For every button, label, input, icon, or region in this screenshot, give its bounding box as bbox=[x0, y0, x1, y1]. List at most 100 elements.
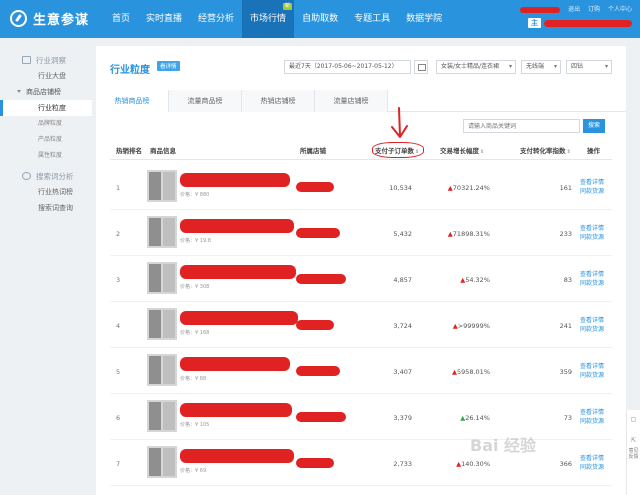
sidebar-item-search-query[interactable]: 搜索词查询 bbox=[0, 200, 92, 216]
view-detail-link[interactable]: 查看详情 bbox=[580, 178, 604, 187]
row-orders: 3,724 bbox=[393, 322, 412, 330]
terminal-select[interactable]: 无线端 bbox=[521, 60, 561, 74]
sidebar-item-brand[interactable]: 品牌粒度 bbox=[0, 116, 92, 132]
row-rank: 1 bbox=[116, 184, 121, 192]
search-button[interactable]: 搜索 bbox=[583, 119, 605, 133]
same-source-link[interactable]: 同款货源 bbox=[580, 371, 604, 380]
float-feedback-panel[interactable]: ▢ ⇱ 意见反馈 bbox=[626, 410, 640, 495]
same-source-link[interactable]: 同款货源 bbox=[580, 463, 604, 472]
nav-academy[interactable]: 数据学院 bbox=[398, 0, 450, 38]
sidebar-sub-merchandise[interactable]: 商品店铺榜 bbox=[0, 84, 92, 100]
product-thumbnail[interactable] bbox=[147, 354, 177, 386]
sidebar-sub-label: 商品店铺榜 bbox=[26, 88, 61, 96]
nav-self-service[interactable]: 自助取数 bbox=[294, 0, 346, 38]
tab-traffic-products[interactable]: 流量商品榜 bbox=[169, 90, 242, 112]
product-thumbnail[interactable] bbox=[147, 170, 177, 202]
product-thumbnail[interactable] bbox=[147, 216, 177, 248]
row-operations: 查看详情 同款货源 bbox=[580, 178, 604, 196]
same-source-link[interactable]: 同款货源 bbox=[580, 417, 604, 426]
row-conversion: 73 bbox=[563, 414, 572, 422]
region-select[interactable]: 四钻 bbox=[566, 60, 612, 74]
row-orders: 4,857 bbox=[393, 276, 412, 284]
row-rank: 5 bbox=[116, 368, 121, 376]
date-range-picker[interactable]: 最近7天（2017-05-06~2017-05-12） bbox=[284, 60, 411, 74]
row-growth-value: 5958.01% bbox=[456, 368, 490, 376]
share-icon: ⇱ bbox=[630, 437, 637, 444]
nav-home[interactable]: 首页 bbox=[104, 0, 138, 38]
product-thumbnail[interactable] bbox=[147, 262, 177, 294]
th-growth[interactable]: 交易增长幅度⇕ bbox=[440, 142, 484, 160]
sidebar-item-overview[interactable]: 行业大盘 bbox=[0, 68, 92, 84]
price-value: ¥ 105 bbox=[195, 422, 210, 428]
top-bar: 生意参谋 首页 实时直播 经营分析 市场行情 新 自助取数 专题工具 数据学院 … bbox=[0, 0, 640, 38]
app-logo[interactable]: 生意参谋 bbox=[10, 9, 89, 28]
sidebar-item-hot-search[interactable]: 行业热词榜 bbox=[0, 184, 92, 200]
nav-realtime[interactable]: 实时直播 bbox=[138, 0, 190, 38]
product-thumbnail[interactable] bbox=[147, 308, 177, 340]
same-source-link[interactable]: 同款货源 bbox=[580, 325, 604, 334]
page-title: 行业粒度 bbox=[110, 65, 150, 76]
row-operations: 查看详情 同款货源 bbox=[580, 408, 604, 426]
row-operations: 查看详情 同款货源 bbox=[580, 362, 604, 380]
tab-hot-shops[interactable]: 热销店铺榜 bbox=[242, 90, 315, 112]
search-input[interactable] bbox=[463, 119, 580, 133]
sidebar-group-industry: 行业洞察 bbox=[0, 52, 92, 68]
th-rank: 热销排名 bbox=[116, 147, 142, 155]
row-growth: ▲70321.24% bbox=[430, 184, 490, 192]
price-value: ¥ 19.8 bbox=[195, 238, 211, 244]
table-row: 1 价格：¥ 880 10,534 ▲70321.24% 161 查看详情 同款货源 bbox=[110, 164, 612, 210]
th-conversion[interactable]: 支付转化率指数⇕ bbox=[520, 142, 571, 160]
tab-hot-products[interactable]: 热销商品榜 bbox=[96, 90, 169, 112]
view-detail-link[interactable]: 查看详情 bbox=[580, 454, 604, 463]
same-source-link[interactable]: 同款货源 bbox=[580, 233, 604, 242]
user-line: 主 bbox=[528, 18, 632, 28]
orders-link[interactable]: 订购 bbox=[588, 6, 600, 13]
price-value: ¥ 308 bbox=[195, 284, 210, 290]
tab-traffic-shops[interactable]: 流量店铺榜 bbox=[315, 90, 388, 112]
sidebar-item-attribute[interactable]: 属性粒度 bbox=[0, 148, 92, 164]
row-operations: 查看详情 同款货源 bbox=[580, 224, 604, 242]
sidebar-item-product[interactable]: 产品粒度 bbox=[0, 132, 92, 148]
view-detail-link[interactable]: 查看详情 bbox=[580, 316, 604, 325]
redaction-mark bbox=[180, 311, 298, 325]
view-detail-link[interactable]: 查看详情 bbox=[580, 224, 604, 233]
table-row: 4 价格：¥ 168 3,724 ▲>99999% 241 查看详情 同款货源 bbox=[110, 302, 612, 348]
price-prefix: 价格： bbox=[180, 284, 196, 290]
row-growth-value: 140.30% bbox=[461, 460, 490, 468]
chevron-down-icon bbox=[17, 90, 21, 93]
row-operations: 查看详情 同款货源 bbox=[580, 316, 604, 334]
redaction-mark bbox=[296, 412, 346, 422]
view-detail-link[interactable]: 查看详情 bbox=[580, 362, 604, 371]
row-growth: ▲54.32% bbox=[430, 276, 490, 284]
same-source-link[interactable]: 同款货源 bbox=[580, 279, 604, 288]
redaction-mark bbox=[180, 357, 290, 371]
sidebar-item-granularity[interactable]: 行业粒度 bbox=[0, 100, 92, 116]
nav-market[interactable]: 市场行情 新 bbox=[242, 0, 295, 38]
nav-business-analysis[interactable]: 经营分析 bbox=[190, 0, 242, 38]
sidebar-group-search: 搜索词分析 bbox=[0, 168, 92, 184]
product-price: 价格：¥ 168 bbox=[180, 329, 209, 336]
price-prefix: 价格： bbox=[180, 376, 196, 382]
price-prefix: 价格： bbox=[180, 238, 196, 244]
product-thumbnail[interactable] bbox=[147, 400, 177, 432]
row-growth-value: 26.14% bbox=[465, 414, 490, 422]
top-links: 退出 订购 个人中心 bbox=[514, 4, 632, 13]
logout-link[interactable]: 退出 bbox=[568, 6, 580, 13]
app-name: 生意参谋 bbox=[33, 13, 90, 28]
personal-center-link[interactable]: 个人中心 bbox=[608, 6, 632, 13]
row-growth: ▲>99999% bbox=[430, 322, 490, 330]
view-detail-link[interactable]: 查看详情 bbox=[580, 270, 604, 279]
row-rank: 7 bbox=[116, 460, 121, 468]
product-price: 价格：¥ 19.8 bbox=[180, 237, 211, 244]
product-price: 价格：¥ 69 bbox=[180, 467, 206, 474]
calendar-icon[interactable] bbox=[414, 60, 428, 74]
view-detail-link[interactable]: 查看详情 bbox=[580, 408, 604, 417]
row-operations: 查看详情 同款货源 bbox=[580, 270, 604, 288]
table-row: 3 价格：¥ 308 4,857 ▲54.32% 83 查看详情 同款货源 bbox=[110, 256, 612, 302]
same-source-link[interactable]: 同款货源 bbox=[580, 187, 604, 196]
category-select[interactable]: 女装/女士精品/连衣裙 bbox=[436, 60, 516, 74]
nav-topic-tools[interactable]: 专题工具 bbox=[346, 0, 398, 38]
detail-tag[interactable]: 看详情 bbox=[157, 61, 180, 71]
product-thumbnail[interactable] bbox=[147, 446, 177, 478]
row-orders: 10,534 bbox=[389, 184, 412, 192]
